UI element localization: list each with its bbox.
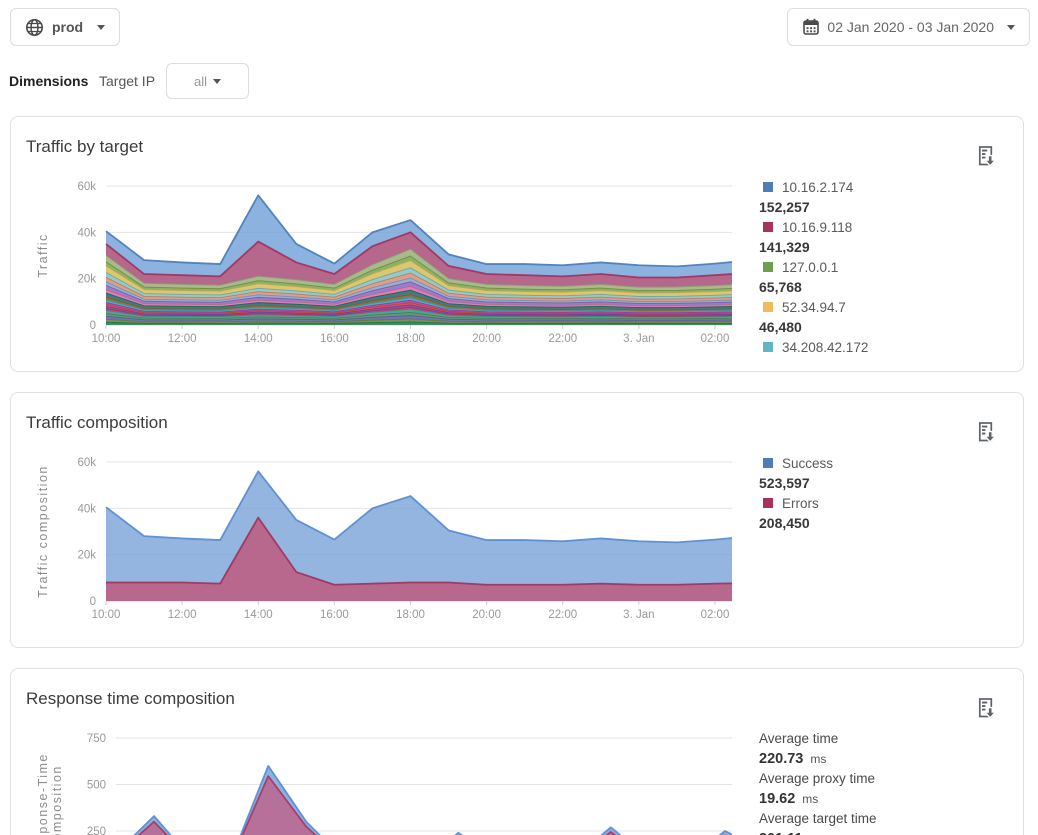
legend-label: 10.16.9.118 [782,220,852,235]
legend-value: 208,450 [759,513,1014,533]
report-download-icon [977,697,997,721]
svg-text:40k: 40k [77,227,96,239]
legend-label: 52.34.94.7 [782,300,846,315]
chevron-down-icon [213,79,221,84]
svg-text:40k: 40k [77,503,96,515]
svg-text:3. Jan: 3. Jan [623,333,654,345]
chevron-down-icon [1007,25,1015,30]
chevron-down-icon [97,25,105,30]
date-range-label: 02 Jan 2020 - 03 Jan 2020 [827,19,994,35]
report-download-icon [977,421,997,445]
svg-text:20k: 20k [77,274,96,286]
traffic-composition-chart[interactable]: 0 20k 40k 60k 10:00 12:00 14:00 16:00 18:00 20:00… [31,452,732,624]
calendar-icon [802,18,820,36]
svg-text:14:00: 14:00 [244,333,273,345]
svg-text:20:00: 20:00 [472,609,501,621]
legend-item[interactable]: 10.16.9.118 [759,217,1014,237]
svg-text:500: 500 [87,780,106,792]
svg-text:0: 0 [90,596,96,608]
stat-value: 19.62ms [759,789,1014,809]
svg-text:10:00: 10:00 [92,333,121,345]
stat-value: 220.73ms [759,749,1014,769]
stat-label: Average time [759,729,1014,749]
svg-text:02:00: 02:00 [701,333,730,345]
legend-label: 127.0.0.1 [782,260,838,275]
svg-text:750: 750 [87,733,106,745]
dimensions-label: Dimensions [9,73,88,89]
environment-label: prod [52,19,83,35]
legend-item[interactable]: 34.208.42.172 [759,337,1014,357]
globe-icon [25,18,44,37]
svg-text:0: 0 [90,320,96,332]
response-time-stats: Average time220.73msAverage proxy time19… [759,729,1014,835]
svg-text:20k: 20k [77,550,96,562]
svg-text:60k: 60k [77,181,96,193]
stat-label: Average target time [759,809,1014,829]
card-traffic-composition: Traffic composition 0 20k 40k 60k 10:00 12:00… [10,392,1024,648]
legend-item[interactable]: Success [759,453,1014,473]
svg-text:22:00: 22:00 [548,609,577,621]
report-download-icon [977,145,997,169]
legend-value: 65,768 [759,277,1014,297]
traffic-composition-legend: Success 523,597 Errors 208,450 [759,453,1014,533]
environment-selector[interactable]: prod [10,8,120,46]
card-title: Response time composition [26,689,235,709]
legend-value: 46,480 [759,317,1014,337]
stat-label: Average proxy time [759,769,1014,789]
traffic-by-target-chart[interactable]: 0 20k 40k 60k 10:00 12:00 14:00 16:00 18:00 20:00… [31,176,732,348]
legend-label: Success [782,456,833,471]
legend-label: 34.208.42.172 [782,340,868,355]
legend-swatch [763,342,773,352]
svg-text:02:00: 02:00 [701,609,730,621]
svg-text:Traffic composition: Traffic composition [36,465,50,598]
card-title: Traffic composition [26,413,168,433]
legend-item[interactable]: 10.16.2.174 [759,177,1014,197]
stat-value: 201.11 [759,829,1014,835]
card-traffic-by-target: Traffic by target 0 20k 40k 60k 10:00 12:00 14… [10,116,1024,372]
svg-text:250: 250 [87,826,106,835]
download-report-button[interactable] [977,421,997,445]
svg-text:Response-Time: Response-Time [36,753,50,835]
legend-swatch [763,498,773,508]
legend-swatch [763,458,773,468]
svg-text:60k: 60k [77,457,96,469]
svg-text:Traffic: Traffic [36,233,50,278]
legend-swatch [763,262,773,272]
svg-text:14:00: 14:00 [244,609,273,621]
target-ip-select[interactable]: all [166,63,249,99]
legend-item[interactable]: 52.34.94.7 [759,297,1014,317]
svg-text:20:00: 20:00 [472,333,501,345]
svg-text:3. Jan: 3. Jan [623,609,654,621]
download-report-button[interactable] [977,145,997,169]
svg-text:16:00: 16:00 [320,333,349,345]
date-range-picker[interactable]: 02 Jan 2020 - 03 Jan 2020 [787,8,1030,46]
legend-value: 523,597 [759,473,1014,493]
legend-item[interactable]: 127.0.0.1 [759,257,1014,277]
svg-text:12:00: 12:00 [168,609,197,621]
download-report-button[interactable] [977,697,997,721]
svg-text:composition: composition [50,765,64,835]
card-response-time-composition: Response time composition 250 500 750 Respo… [10,668,1024,835]
svg-text:12:00: 12:00 [168,333,197,345]
analytics-dashboard: prod 02 Jan 2020 - 03 Jan 2020 Dimension… [0,0,1038,835]
legend-label: 10.16.2.174 [782,180,853,195]
legend-swatch [763,222,773,232]
traffic-by-target-legend: 10.16.2.174 152,257 10.16.9.118 141,329 127.… [759,177,1014,372]
response-time-composition-chart[interactable]: 250 500 750 Response-Timecomposition [31,726,732,835]
legend-item[interactable]: Errors [759,493,1014,513]
legend-value: 152,257 [759,197,1014,217]
svg-text:18:00: 18:00 [396,609,425,621]
legend-swatch [763,182,773,192]
target-ip-value: all [194,74,207,89]
card-title: Traffic by target [26,137,143,157]
svg-text:18:00: 18:00 [396,333,425,345]
svg-text:16:00: 16:00 [320,609,349,621]
svg-text:22:00: 22:00 [548,333,577,345]
svg-text:10:00: 10:00 [92,609,121,621]
legend-label: Errors [782,496,819,511]
target-ip-label: Target IP [99,73,155,89]
legend-value [759,357,1014,372]
legend-swatch [763,302,773,312]
legend-value: 141,329 [759,237,1014,257]
